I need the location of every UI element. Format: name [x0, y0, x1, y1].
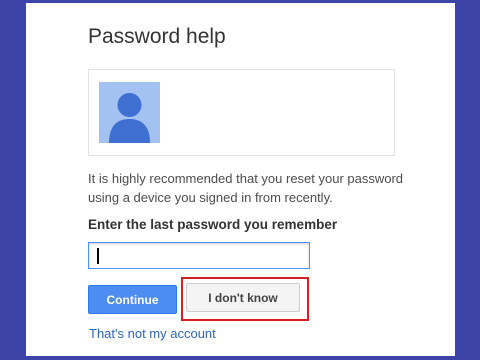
text-caret — [97, 248, 99, 264]
not-my-account-link[interactable]: That's not my account — [89, 326, 216, 341]
dont-know-button[interactable]: I don't know — [186, 283, 300, 312]
password-field-label: Enter the last password you remember — [88, 217, 338, 232]
recommendation-text: It is highly recommended that you reset … — [88, 171, 404, 205]
avatar — [99, 82, 160, 143]
password-input[interactable] — [88, 242, 310, 269]
page-title: Password help — [88, 25, 226, 48]
password-help-panel: Password help It is highly recommended t… — [26, 3, 455, 356]
account-card — [88, 69, 395, 156]
user-silhouette-icon — [109, 93, 150, 143]
continue-button[interactable]: Continue — [88, 285, 177, 314]
